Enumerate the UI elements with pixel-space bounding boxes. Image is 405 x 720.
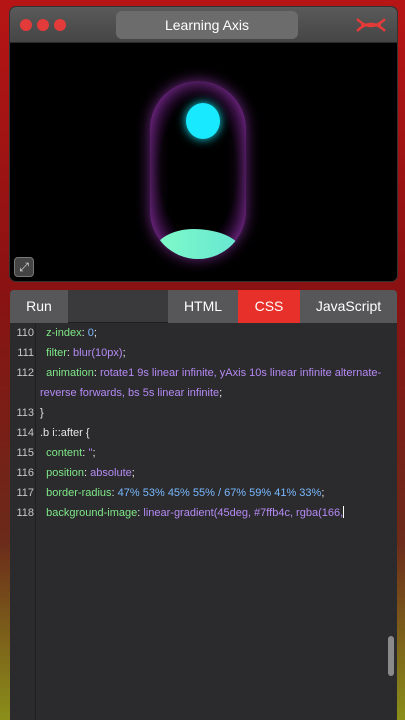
editor-scrollbar[interactable] (387, 323, 395, 720)
bottom-blob (154, 229, 242, 259)
css-property: border-radius (46, 487, 112, 499)
css-selector: .b i::after { (40, 427, 90, 439)
tab-javascript[interactable]: JavaScript (300, 290, 397, 323)
scrollbar-thumb[interactable] (388, 636, 394, 676)
code-area[interactable]: 110 z-index: 0; 111 filter: blur(10px); … (10, 323, 397, 720)
top-blob (186, 103, 220, 139)
css-brace: } (40, 407, 44, 419)
line-number: 113 (16, 407, 34, 419)
line-number: 115 (16, 447, 34, 459)
window-title: Learning Axis (116, 11, 298, 39)
css-property: position (46, 467, 85, 479)
capsule-shape (150, 81, 246, 259)
line-number: 114 (16, 427, 34, 439)
window-titlebar: Learning Axis (10, 7, 397, 43)
line-number: 117 (16, 487, 34, 499)
app-logo-icon (356, 18, 386, 32)
css-value: 47% 53% 45% 55% / 67% 59% 41% 33% (117, 487, 322, 499)
editor-tabbar: Run HTML CSS JavaScript (10, 290, 397, 323)
close-dot-icon[interactable] (20, 19, 32, 31)
css-property: z-index (46, 327, 82, 339)
line-number: 112 (16, 367, 34, 379)
css-property: content (46, 447, 83, 459)
text-cursor (343, 506, 345, 518)
css-value: 0 (87, 327, 94, 339)
line-number: 110 (16, 327, 34, 339)
tab-css[interactable]: CSS (238, 290, 300, 323)
run-button[interactable]: Run (10, 290, 68, 323)
css-value: blur(10px) (73, 347, 123, 359)
window-controls (20, 19, 66, 31)
css-property: animation (46, 367, 94, 379)
css-property: background-image (46, 507, 138, 519)
css-property: filter (46, 347, 67, 359)
code-editor: Run HTML CSS JavaScript 110 z-index: 0; … (10, 290, 397, 720)
tab-html[interactable]: HTML (168, 290, 238, 323)
minimize-dot-icon[interactable] (37, 19, 49, 31)
maximize-dot-icon[interactable] (54, 19, 66, 31)
preview-window: Learning Axis ⤢ (10, 7, 397, 281)
line-number: 116 (16, 467, 34, 479)
css-value: '' (88, 447, 93, 459)
css-value: linear-gradient(45deg, #7ffb4c, rgba(166… (143, 507, 344, 519)
fullscreen-icon[interactable]: ⤢ (14, 257, 34, 277)
line-number: 111 (17, 347, 34, 359)
preview-stage: ⤢ (10, 43, 397, 281)
css-value: absolute (90, 467, 132, 479)
line-number: 118 (16, 507, 34, 519)
